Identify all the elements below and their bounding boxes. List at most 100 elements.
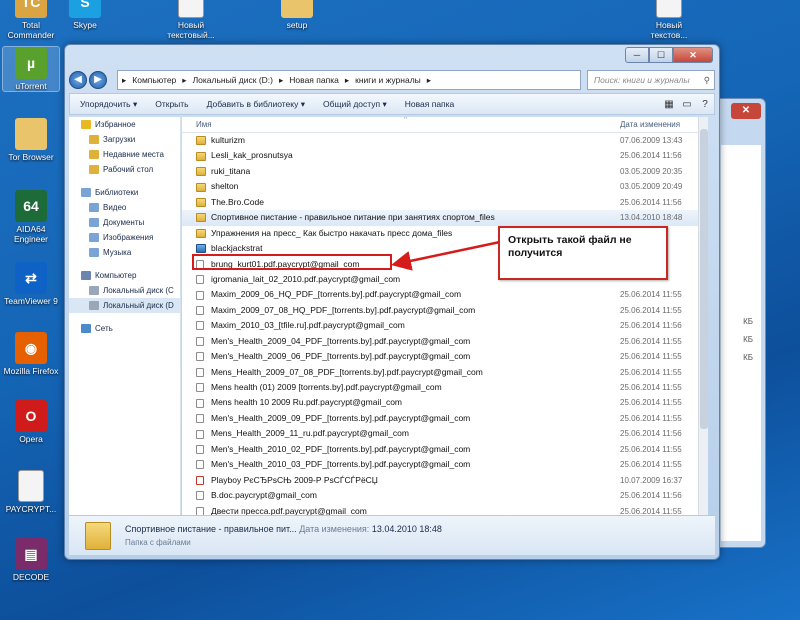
breadcrumb-item[interactable]: Локальный диск (D:) (193, 75, 273, 85)
folder-icon (196, 182, 206, 192)
file-row[interactable]: Mens health (01) 2009 [torrents.by].pdf.… (182, 380, 708, 395)
desktop-icon[interactable]: 64 AIDA64 Engineer (2, 190, 60, 244)
nav-item[interactable]: Сеть (69, 321, 180, 336)
nav-item[interactable]: Библиотеки (69, 185, 180, 200)
desktop-icon[interactable]: TC Total Commander (2, 0, 60, 40)
organize-button[interactable]: Упорядочить ▾ (80, 99, 137, 110)
file-row[interactable]: B.doc.paycrypt@gmail_com 25.06.2014 11:56 (182, 488, 708, 503)
lib-icon (89, 248, 99, 257)
column-date-header[interactable]: Дата изменения (620, 120, 680, 129)
desktop-icon[interactable]: setup (268, 0, 326, 30)
file-row[interactable]: Men's_Health_2009_09_PDF_[torrents.by].p… (182, 411, 708, 426)
maximize-button[interactable]: ☐ (649, 47, 673, 63)
search-input[interactable]: Поиск: книги и журналы ⚲ (587, 70, 715, 90)
file-row[interactable]: Lesli_kak_prosnutsya 25.06.2014 11:56 (182, 148, 708, 163)
add-to-library-button[interactable]: Добавить в библиотеку ▾ (207, 99, 305, 110)
folder-icon (89, 150, 99, 159)
file-date: 03.05.2009 20:49 (620, 182, 683, 192)
desktop-icon-label: AIDA64 Engineer (13, 224, 49, 244)
file-icon (196, 491, 204, 501)
nav-item[interactable]: Избранное (69, 117, 180, 132)
desktop-icon[interactable]: Новый текстов... (640, 0, 698, 40)
nav-item-label: Загрузки (103, 135, 136, 144)
desktop-icon[interactable]: µ uTorrent (2, 46, 60, 92)
file-row[interactable]: Maxim_2009_07_08_HQ_PDF_[torrents.by].pd… (182, 303, 708, 318)
file-icon (196, 398, 204, 408)
breadcrumb-item[interactable]: Новая папка (289, 75, 339, 85)
file-date: 25.06.2014 11:55 (620, 460, 682, 470)
file-row[interactable]: shelton 03.05.2009 20:49 (182, 179, 708, 194)
file-row[interactable]: Maxim_2010_03_[tfile.ru].pdf.paycrypt@gm… (182, 318, 708, 333)
desktop-icon-label: Mozilla Firefox (3, 366, 59, 376)
nav-item[interactable]: Рабочий стол (69, 162, 180, 177)
details-date-value: 13.04.2010 18:48 (371, 524, 442, 534)
file-icon (196, 460, 204, 470)
file-row[interactable]: Men's_Health_2010_03_PDF_[torrents.by].p… (182, 457, 708, 472)
file-icon (196, 275, 204, 285)
desktop-icon[interactable]: O Opera (2, 400, 60, 444)
file-row[interactable]: Men's_Health_2009_04_PDF_[torrents.by].p… (182, 334, 708, 349)
file-date: 25.06.2014 11:55 (620, 444, 682, 454)
details-name: Спортивное пистание - правильное пит... (125, 524, 297, 534)
file-row[interactable]: ruki_titana 03.05.2009 20:35 (182, 164, 708, 179)
file-name: B.doc.paycrypt@gmail_com (211, 490, 317, 501)
explorer-window[interactable]: ─ ☐ ✕ ◀ ▶ ▸ Компьютер ▸ Локальный диск (… (64, 44, 720, 560)
file-row[interactable]: Mens_Health_2009_11_ru.pdf.paycrypt@gmai… (182, 426, 708, 441)
preview-pane-icon[interactable]: ▭ (678, 99, 696, 110)
forward-button[interactable]: ▶ (89, 71, 107, 89)
app-icon (196, 244, 206, 254)
column-name-header[interactable]: Имя (196, 120, 212, 129)
breadcrumb-item[interactable]: книги и журналы (355, 75, 421, 85)
minimize-button[interactable]: ─ (625, 47, 649, 63)
nav-item[interactable]: Документы (69, 215, 180, 230)
desktop-icon[interactable]: Новый текстовый... (162, 0, 220, 40)
pc-icon (81, 271, 91, 280)
nav-item[interactable]: Видео (69, 200, 180, 215)
file-row[interactable]: Maxim_2009_06_HQ_PDF_[torrents.by].pdf.p… (182, 287, 708, 302)
file-date: 25.06.2014 11:55 (620, 367, 682, 377)
close-button[interactable]: ✕ (673, 47, 713, 63)
file-row[interactable]: kulturizm 07.06.2009 13:43 (182, 133, 708, 148)
desktop-icon[interactable]: Tor Browser (2, 118, 60, 162)
window-controls: ─ ☐ ✕ (625, 47, 713, 63)
file-row[interactable]: Men's_Health_2010_02_PDF_[torrents.by].p… (182, 442, 708, 457)
nav-item-label: Недавние места (103, 150, 164, 159)
desktop-icon[interactable]: ◉ Mozilla Firefox (2, 332, 60, 376)
size-unit: КБ (743, 353, 753, 362)
desktop-icon[interactable]: ⇄ TeamViewer 9 (2, 262, 60, 306)
nav-item[interactable]: Компьютер (69, 268, 180, 283)
vertical-scrollbar[interactable] (698, 117, 708, 517)
nav-item-label: Документы (103, 218, 145, 227)
address-bar[interactable]: ▸ Компьютер ▸ Локальный диск (D:) ▸ Нова… (117, 70, 581, 90)
desktop-icon[interactable]: ▤ DECODE (2, 538, 60, 582)
nav-item[interactable]: Загрузки (69, 132, 180, 147)
nav-item[interactable]: Музыка (69, 245, 180, 260)
nav-item[interactable]: Изображения (69, 230, 180, 245)
file-row[interactable]: Mens health 10 2009 Ru.pdf.paycrypt@gmai… (182, 395, 708, 410)
scrollbar-thumb[interactable] (700, 129, 708, 429)
file-row[interactable]: The.Bro.Code 25.06.2014 11:56 (182, 195, 708, 210)
help-icon[interactable]: ? (696, 99, 714, 110)
search-icon[interactable]: ⚲ (704, 75, 710, 86)
file-name: Lesli_kak_prosnutsya (211, 150, 293, 161)
open-button[interactable]: Открыть (155, 99, 188, 109)
nav-item[interactable]: Недавние места (69, 147, 180, 162)
file-row[interactable]: Playboy РєСЂРѕСЊ 2009-Р РѕСЃСЃРёСЏ 10.07.… (182, 473, 708, 488)
share-button[interactable]: Общий доступ ▾ (323, 99, 387, 110)
breadcrumb-item[interactable]: Компьютер (132, 75, 176, 85)
file-icon (196, 444, 204, 454)
file-row[interactable]: Mens_Health_2009_07_08_PDF_[torrents.by]… (182, 365, 708, 380)
new-folder-button[interactable]: Новая папка (405, 99, 455, 109)
nav-item[interactable]: Локальный диск (C (69, 283, 180, 298)
desktop-icon[interactable]: S Skype (56, 0, 114, 30)
file-row[interactable]: Спортивное пистание - правильное питание… (182, 210, 708, 226)
back-button[interactable]: ◀ (69, 71, 87, 89)
app-icon: S (69, 0, 101, 18)
breadcrumb-sep: ▸ (279, 74, 284, 85)
file-row[interactable]: Men's_Health_2009_06_PDF_[torrents.by].p… (182, 349, 708, 364)
nav-item[interactable]: Локальный диск (D (69, 298, 180, 313)
close-icon[interactable]: ✕ (731, 103, 761, 119)
view-options-icon[interactable]: ▦ (660, 99, 678, 110)
desktop-icon[interactable]: PAYCRYPT... (2, 470, 60, 514)
folder-icon (196, 197, 206, 207)
